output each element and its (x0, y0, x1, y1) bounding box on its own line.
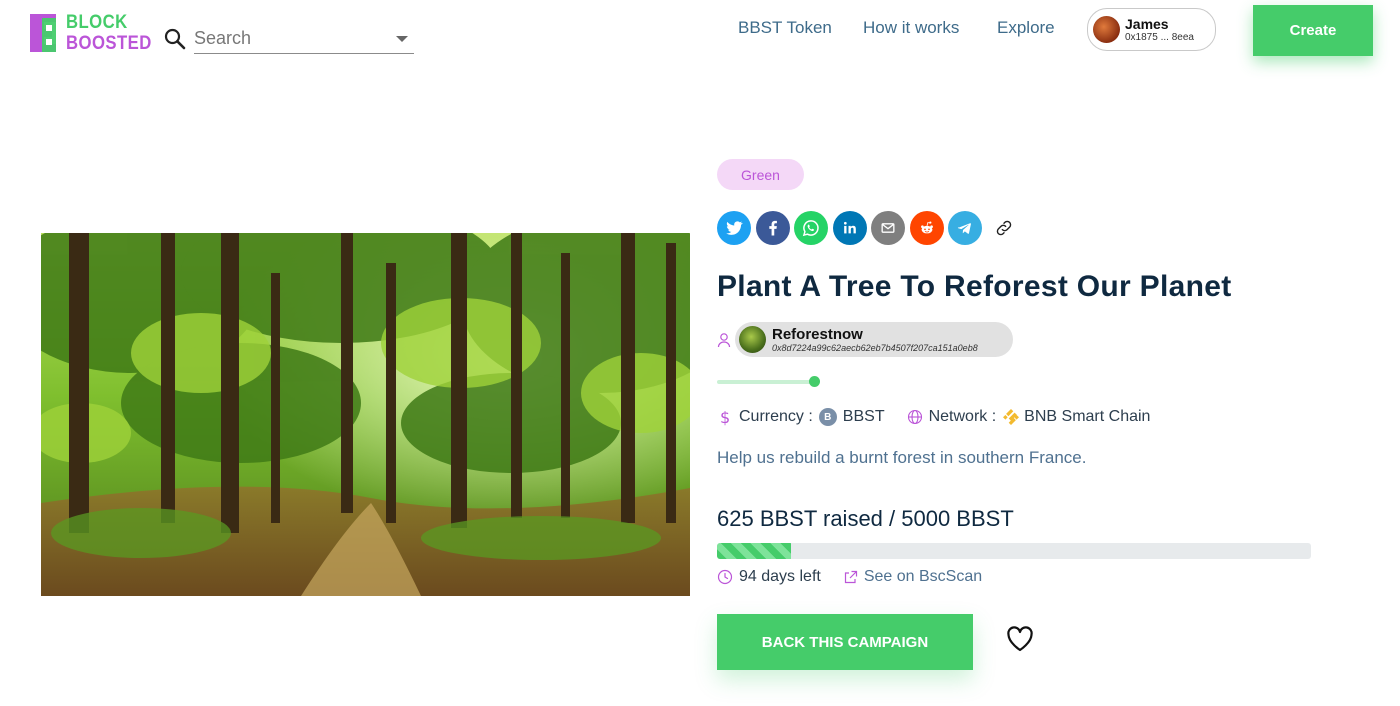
back-campaign-button[interactable]: BACK THIS CAMPAIGN (717, 614, 973, 670)
avatar (1093, 16, 1120, 43)
owner-avatar (739, 326, 766, 353)
linkedin-icon[interactable] (832, 211, 867, 245)
campaign-title: Plant A Tree To Reforest Our Planet (717, 270, 1232, 303)
owner-progress-knob (809, 376, 820, 387)
dollar-icon: $ (720, 408, 730, 426)
email-icon[interactable] (871, 211, 905, 245)
campaign-footer-info: 94 days left See on BscScan (717, 568, 982, 586)
nav-bbst-token[interactable]: BBST Token (738, 18, 832, 38)
search-input[interactable] (194, 28, 374, 49)
brand-logo[interactable]: BLOCK BOOSTED (28, 12, 163, 54)
bbst-token-icon: B (818, 408, 837, 426)
whatsapp-icon[interactable] (794, 211, 828, 245)
category-tag[interactable]: Green (717, 159, 804, 190)
share-bar (717, 211, 1025, 245)
campaign-image (41, 233, 690, 596)
owner-address: 0x8d7224a99c62aecb62eb7b4507f207ca151a0e… (772, 342, 978, 353)
clock-icon (717, 569, 733, 585)
bscscan-link[interactable]: See on BscScan (864, 568, 982, 586)
currency-value: BBST (842, 408, 885, 425)
globe-icon (907, 409, 922, 425)
person-icon (717, 332, 731, 347)
search (163, 24, 414, 54)
chevron-down-icon[interactable] (396, 35, 408, 42)
search-icon[interactable] (163, 27, 187, 51)
reddit-icon[interactable] (909, 211, 944, 245)
create-button[interactable]: Create (1253, 5, 1373, 56)
network-label: Network : (928, 408, 997, 425)
currency-label: Currency : (739, 408, 813, 425)
campaign-owner: Reforestnow 0x8d7224a99c62aecb62eb7b4507… (717, 322, 1013, 357)
campaign-description: Help us rebuild a burnt forest in southe… (717, 448, 1087, 467)
external-link-icon[interactable] (843, 570, 858, 585)
facebook-icon[interactable] (755, 211, 790, 245)
twitter-icon[interactable] (717, 211, 751, 245)
owner-name: Reforestnow (772, 325, 863, 343)
link-icon[interactable] (987, 211, 1021, 245)
funding-progress-fill (717, 543, 792, 559)
owner-progress-track (717, 380, 812, 384)
search-field[interactable] (194, 24, 414, 54)
brand-line-2: BOOSTED (66, 33, 152, 54)
brand-wordmark: BLOCK BOOSTED (66, 12, 152, 54)
bnb-icon (1003, 409, 1020, 425)
user-name: James (1125, 15, 1169, 32)
network-value: BNB Smart Chain (1024, 408, 1151, 425)
nav-how-it-works[interactable]: How it works (863, 18, 959, 38)
heart-icon[interactable] (1006, 626, 1034, 652)
svg-text:$: $ (720, 408, 730, 426)
funding-progress-bar (717, 543, 1311, 559)
logo-mark-icon (30, 14, 56, 52)
funding-status: 625 BBST raised / 5000 BBST (717, 506, 1014, 531)
nav-explore[interactable]: Explore (997, 18, 1055, 38)
user-wallet-address: 0x1875 ... 8eea (1125, 31, 1194, 43)
campaign-meta: $ Currency : B BBST Network : BNB Smart … (717, 408, 1150, 426)
telegram-icon[interactable] (948, 211, 982, 245)
days-left: 94 days left (739, 568, 821, 585)
owner-chip[interactable]: Reforestnow 0x8d7224a99c62aecb62eb7b4507… (735, 322, 1013, 357)
brand-line-1: BLOCK (66, 12, 128, 33)
user-account-chip[interactable]: James 0x1875 ... 8eea (1087, 8, 1216, 51)
